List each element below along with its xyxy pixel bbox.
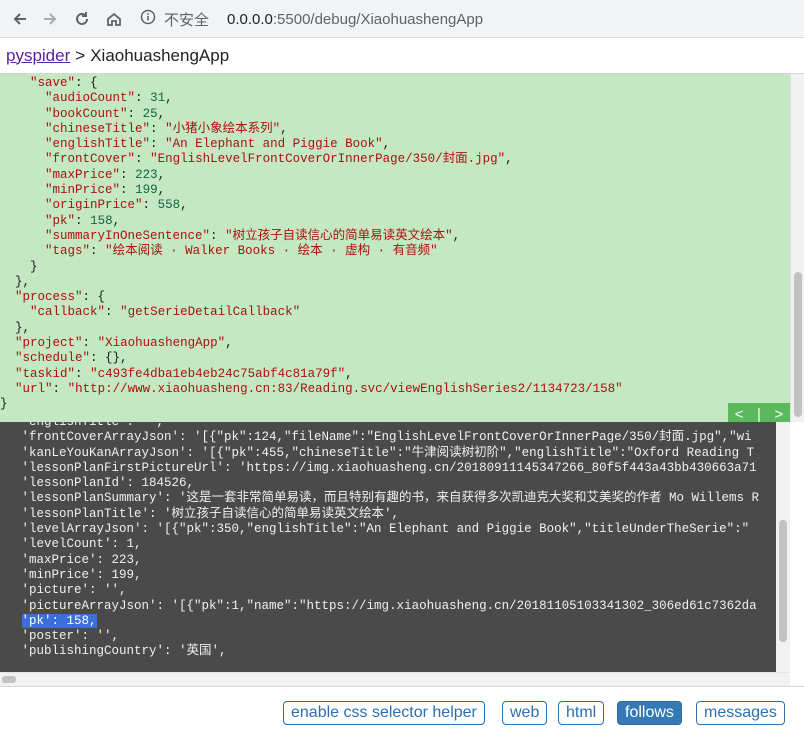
html-tab-button[interactable]: html bbox=[558, 701, 605, 725]
json-line: "summaryInOneSentence": "树立孩子自读信心的简单易读英文… bbox=[45, 228, 461, 243]
back-arrow-icon[interactable] bbox=[8, 7, 32, 31]
web-tab-button[interactable]: web bbox=[502, 701, 548, 725]
json-line: "callback": "getSerieDetailCallback" bbox=[30, 305, 301, 320]
task-json-code: "save": { "audioCount": 31, "bookCount":… bbox=[0, 74, 790, 413]
app-header: pyspider > XiaohuashengApp bbox=[0, 38, 804, 74]
address-bar[interactable]: 不安全 0.0.0.0:5500/debug/XiaohuashengApp bbox=[140, 7, 790, 31]
output-horizontal-scroll-thumb[interactable] bbox=[2, 676, 16, 683]
url-host: 0.0.0.0 bbox=[227, 10, 273, 28]
output-line: 'publishingCountry': '英国', bbox=[14, 644, 227, 659]
task-panel-scroll-thumb[interactable] bbox=[794, 272, 802, 417]
json-line: "tags": "绘本阅读 · Walker Books · 绘本 · 虚构 ·… bbox=[45, 244, 438, 259]
output-line: 'levelCount': 1, bbox=[14, 537, 142, 552]
forward-arrow-icon[interactable] bbox=[38, 7, 62, 31]
json-line: "frontCover": "EnglishLevelFrontCoverOrI… bbox=[45, 152, 513, 167]
url-path: :5500/debug/XiaohuashengApp bbox=[272, 10, 484, 28]
output-line: 'levelArrayJson': '[{"pk":350,"englishTi… bbox=[14, 522, 750, 537]
output-line-selected: 'pk': 158, bbox=[21, 613, 97, 628]
output-line: 'minPrice': 199, bbox=[14, 567, 142, 582]
json-line: }, bbox=[0, 320, 31, 335]
json-line: "minPrice": 199, bbox=[45, 183, 166, 198]
json-line: }, bbox=[0, 274, 31, 289]
pyspider-home-link[interactable]: pyspider bbox=[6, 46, 70, 66]
follows-tab-button[interactable]: follows bbox=[617, 701, 682, 725]
json-line: "maxPrice": 223, bbox=[45, 167, 166, 182]
output-line: 'englishTitle': '', bbox=[14, 422, 165, 429]
info-icon[interactable] bbox=[140, 9, 156, 29]
output-line: 'lessonPlanId': 184526, bbox=[14, 476, 195, 491]
output-panel-scrollbar[interactable] bbox=[776, 422, 790, 672]
json-line: "process": { bbox=[15, 290, 106, 305]
output-line: 'kanLeYouKanArrayJson': '[{"pk":455,"chi… bbox=[14, 445, 755, 460]
css-selector-helper-button[interactable]: enable css selector helper bbox=[283, 701, 485, 725]
output-horizontal-scrollbar[interactable] bbox=[0, 672, 790, 686]
browser-toolbar: 不安全 0.0.0.0:5500/debug/XiaohuashengApp bbox=[0, 0, 804, 38]
json-line: "englishTitle": "An Elephant and Piggie … bbox=[45, 137, 391, 152]
output-line: 'lessonPlanFirstPictureUrl': 'https://im… bbox=[14, 460, 757, 475]
json-line: "pk": 158, bbox=[45, 213, 121, 228]
home-icon[interactable] bbox=[102, 7, 126, 31]
json-line: } bbox=[0, 259, 38, 274]
output-line: 'lessonPlanSummary': '这是一套非常简单易读，而且特别有趣的… bbox=[14, 491, 760, 506]
json-line: "audioCount": 31, bbox=[45, 91, 173, 106]
bottom-toolbar: enable css selector helper web html foll… bbox=[0, 686, 804, 735]
task-json-panel: "save": { "audioCount": 31, "bookCount":… bbox=[0, 74, 790, 422]
security-label: 不安全 bbox=[164, 11, 210, 29]
reload-icon[interactable] bbox=[70, 7, 94, 31]
json-line: "originPrice": 558, bbox=[45, 198, 188, 213]
task-panel-scrollbar[interactable] bbox=[790, 74, 804, 422]
output-line: 'maxPrice': 223, bbox=[14, 552, 142, 567]
output-line: 'frontCoverArrayJson': '[{"pk":124,"file… bbox=[14, 430, 752, 445]
breadcrumb-separator: > bbox=[75, 45, 86, 65]
messages-tab-button[interactable]: messages bbox=[696, 701, 785, 725]
prev-task-button[interactable]: < bbox=[735, 406, 744, 423]
debug-output-text: 'englishTitle': '', 'frontCoverArrayJson… bbox=[0, 422, 776, 660]
json-line: } bbox=[0, 397, 8, 412]
output-line: 'poster': '', bbox=[14, 629, 120, 644]
output-panel-scroll-thumb[interactable] bbox=[779, 520, 787, 642]
next-task-button[interactable]: > bbox=[774, 406, 783, 423]
json-line: "schedule": {}, bbox=[15, 351, 128, 366]
debug-output-panel: 'englishTitle': '', 'frontCoverArrayJson… bbox=[0, 422, 776, 672]
project-title: XiaohuashengApp bbox=[90, 45, 230, 65]
json-line: "project": "XiaohuashengApp", bbox=[15, 336, 233, 351]
json-line: "chineseTitle": "小猪小象绘本系列", bbox=[45, 121, 288, 136]
json-line: "taskid": "c493fe4dba1eb4eb24c75abf4c81a… bbox=[15, 366, 353, 381]
output-line: 'lessonPlanTitle': '树立孩子自读信心的简单易读英文绘本', bbox=[14, 506, 400, 521]
output-line: 'picture': '', bbox=[14, 583, 127, 598]
pager-divider: | bbox=[757, 405, 761, 423]
json-line: "url": "http://www.xiaohuasheng.cn:83/Re… bbox=[15, 381, 623, 396]
json-line: "bookCount": 25, bbox=[45, 106, 166, 121]
output-line: 'pictureArrayJson': '[{"pk":1,"name":"ht… bbox=[14, 598, 757, 613]
json-line: "save": { bbox=[30, 76, 98, 90]
